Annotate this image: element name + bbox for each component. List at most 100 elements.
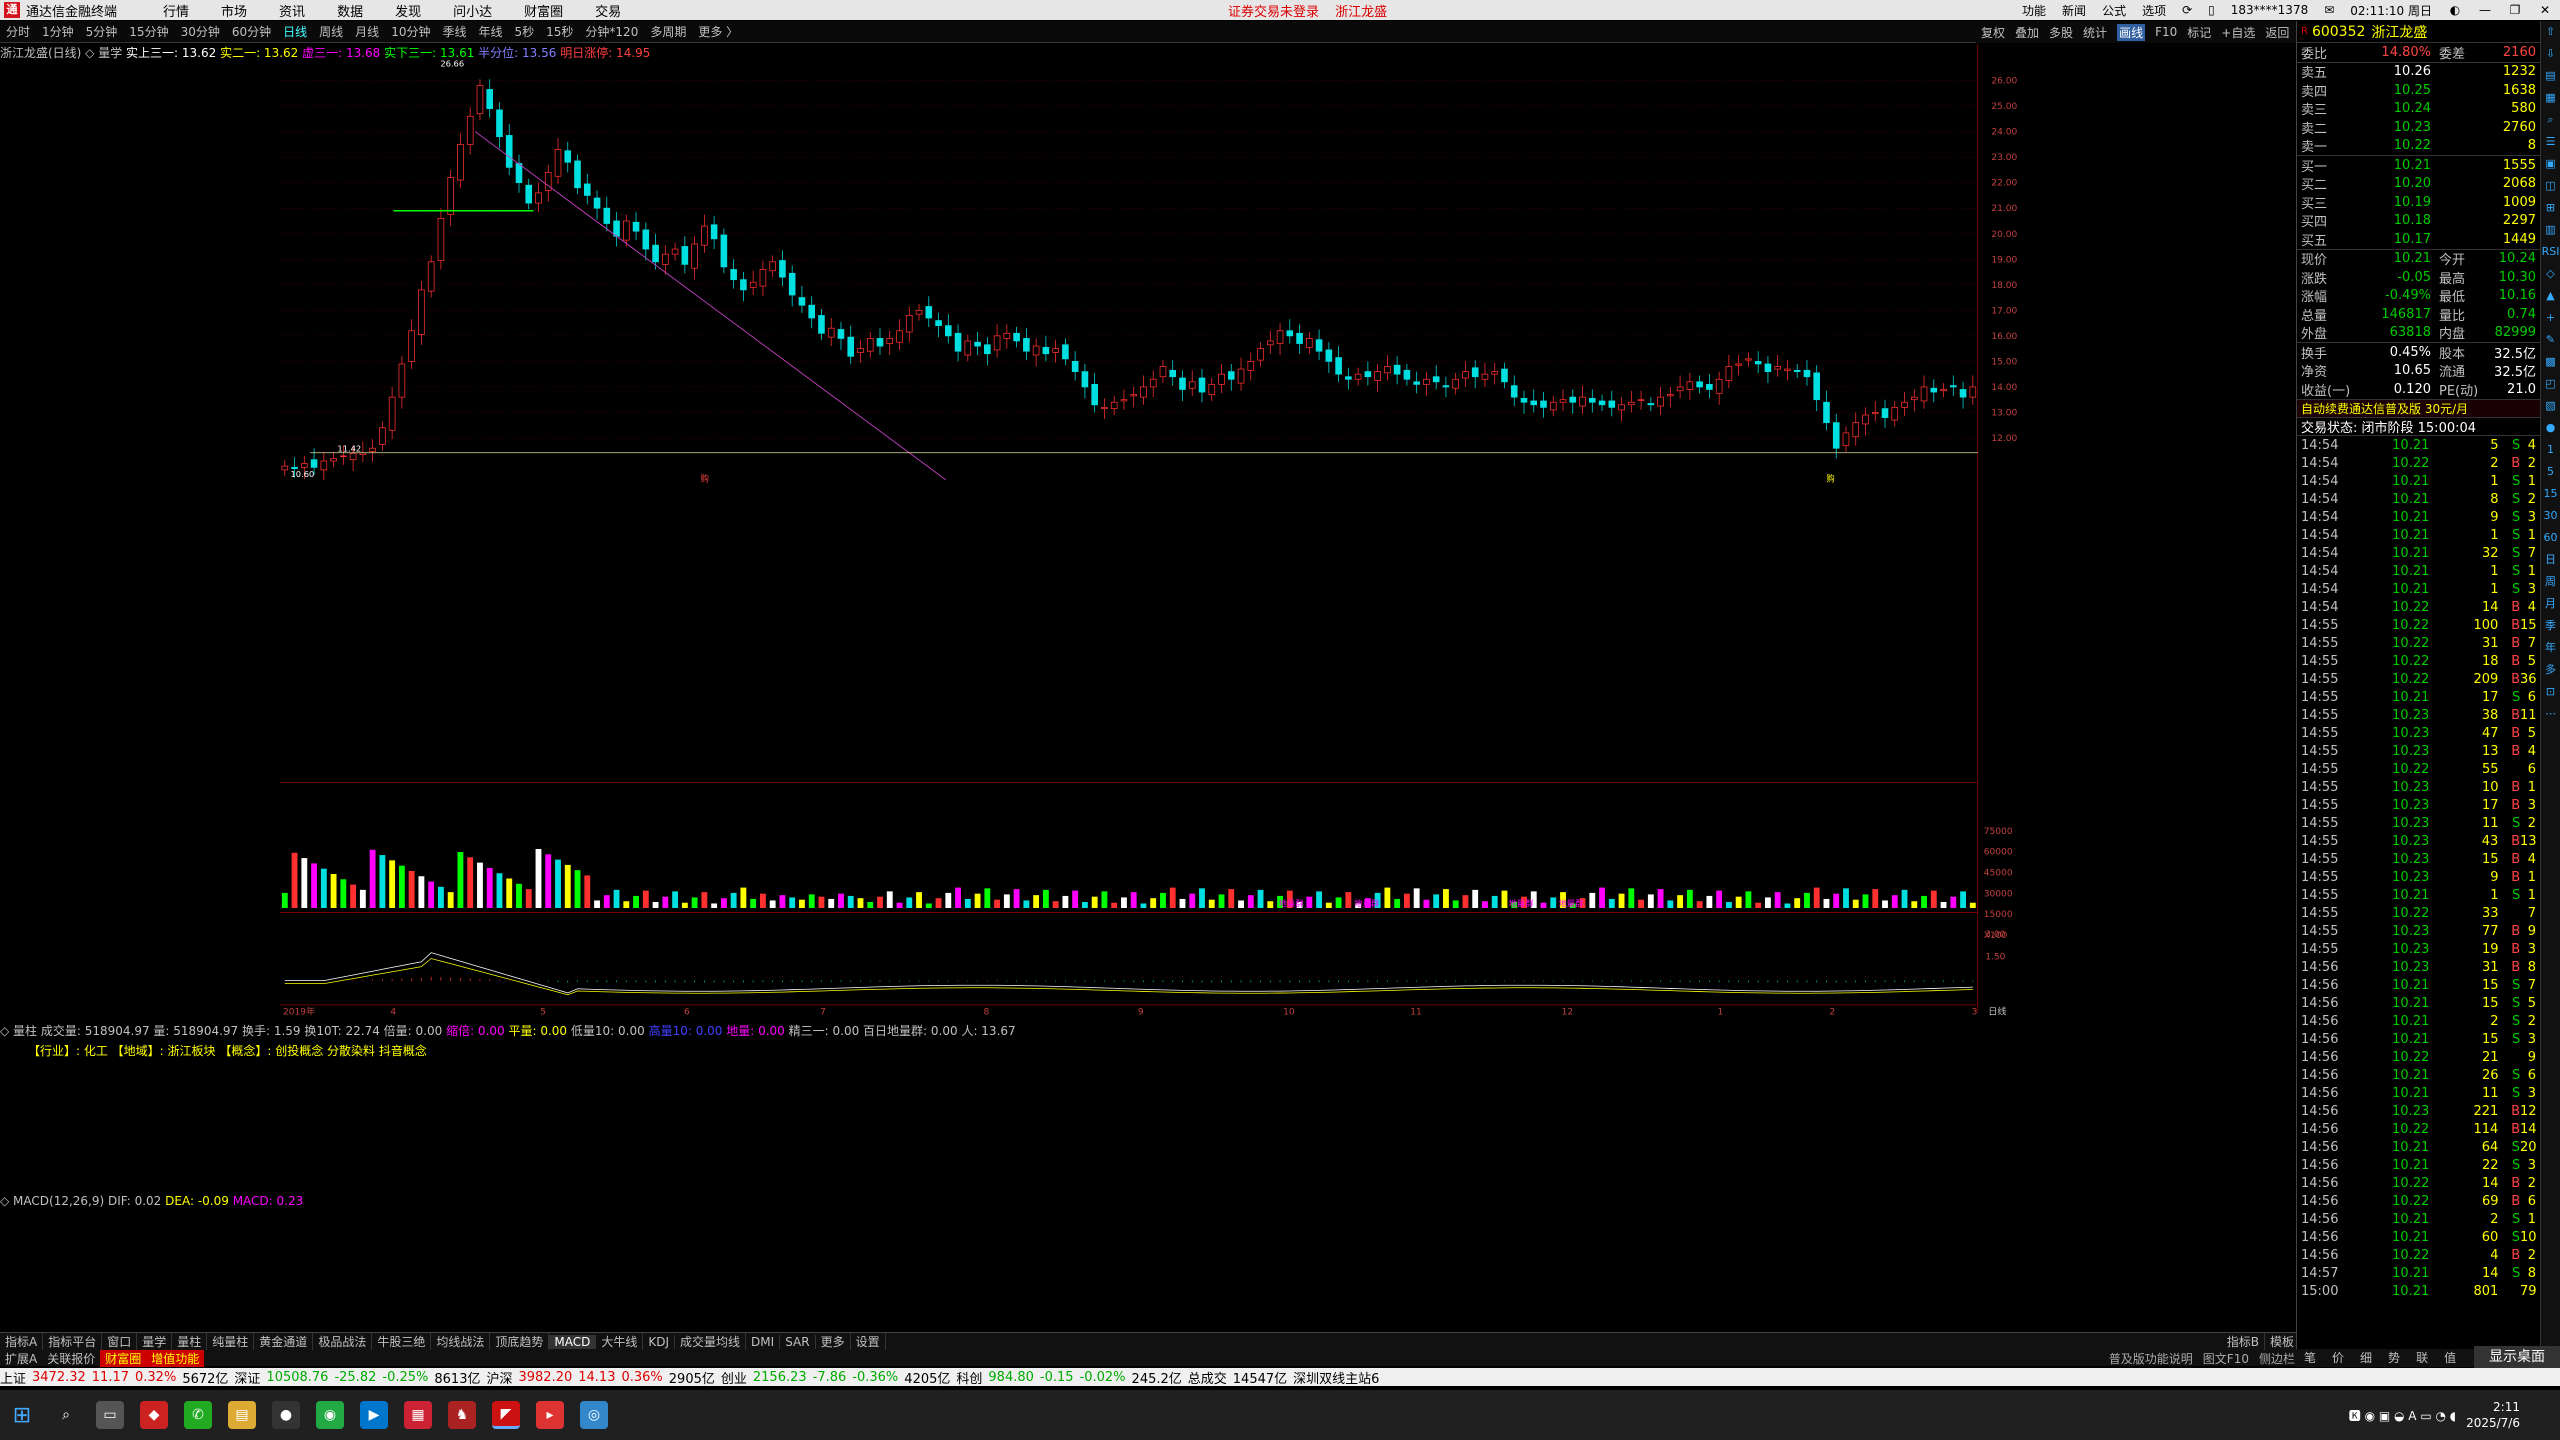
tick-list[interactable]: 14:54 10.21 5 S 4 14:54 10.22 2 B 2 14:54 10.21 1 S 1 1… [2297, 435, 2540, 1300]
browser-icon[interactable]: ◎ [580, 1401, 608, 1429]
side-tool-7[interactable]: ◫ [2541, 175, 2560, 197]
menu-item-2[interactable]: 资讯 [279, 1, 305, 20]
menu-options[interactable]: 选项 [2142, 2, 2166, 19]
period-10[interactable]: 季线 [442, 23, 466, 40]
quote-tab-4[interactable]: 联 [2416, 1349, 2428, 1367]
indicator-tab-right-1[interactable]: 模板 [2265, 1333, 2300, 1350]
period-15[interactable]: 多周期 [650, 23, 686, 40]
period-9[interactable]: 10分钟 [391, 23, 430, 40]
side-tool-11[interactable]: ◇ [2541, 263, 2560, 285]
indicator-tab-10[interactable]: 顶底趋势 [490, 1333, 550, 1350]
indicator-tab-15[interactable]: DMI [746, 1334, 781, 1349]
chart-tool-3[interactable]: 统计 [2083, 24, 2107, 41]
app-icon-6[interactable]: ♞ [448, 1401, 476, 1429]
side-tool-1[interactable]: ⇩ [2541, 43, 2560, 65]
restore-button[interactable]: ❐ [2504, 3, 2526, 17]
ext-tab-2[interactable]: 财富圈 [100, 1349, 147, 1367]
quote-tab-1[interactable]: 价 [2332, 1349, 2344, 1367]
ext-tab-right-1[interactable]: 图文F10 [2198, 1350, 2254, 1367]
indicator-tab-1[interactable]: 指标平台 [43, 1333, 103, 1350]
side-tool-17[interactable]: ▧ [2541, 395, 2560, 417]
indicator-tab-14[interactable]: 成交量均线 [675, 1333, 747, 1350]
menu-item-6[interactable]: 财富圈 [524, 1, 563, 20]
period-16[interactable]: 更多 〉 [698, 23, 738, 40]
period-4[interactable]: 30分钟 [181, 23, 220, 40]
period-8[interactable]: 月线 [355, 23, 379, 40]
side-tool-6[interactable]: ▣ [2541, 153, 2560, 175]
indicator-tab-8[interactable]: 牛股三绝 [372, 1333, 432, 1350]
menu-item-4[interactable]: 发现 [395, 1, 421, 20]
indicator-tab-5[interactable]: 纯量柱 [207, 1333, 255, 1350]
chart-tool-1[interactable]: 叠加 [2015, 24, 2039, 41]
windows-start-icon[interactable]: ⊞ [8, 1401, 36, 1429]
side-tool-20[interactable]: 5 [2541, 461, 2560, 483]
ext-tab-right-0[interactable]: 普及版功能说明 [2104, 1350, 2198, 1367]
refresh-icon[interactable]: ⟳ [2182, 3, 2192, 17]
side-tool-15[interactable]: ▩ [2541, 351, 2560, 373]
app-icon-1[interactable]: ◆ [140, 1401, 168, 1429]
side-tool-5[interactable]: ☰ [2541, 131, 2560, 153]
side-tool-27[interactable]: 季 [2541, 615, 2560, 637]
indicator-tab-18[interactable]: 设置 [851, 1333, 886, 1350]
period-13[interactable]: 15秒 [546, 23, 573, 40]
close-button[interactable]: ✕ [2534, 3, 2556, 17]
minimize-button[interactable]: — [2474, 3, 2496, 17]
quote-tab-3[interactable]: 势 [2388, 1349, 2400, 1367]
menu-news[interactable]: 新闻 [2062, 2, 2086, 19]
side-tool-9[interactable]: ▥ [2541, 219, 2560, 241]
chart-tool-5[interactable]: F10 [2155, 25, 2177, 39]
menu-func[interactable]: 功能 [2022, 2, 2046, 19]
side-tool-29[interactable]: 多 [2541, 659, 2560, 681]
mobile-icon[interactable]: ▯ [2208, 3, 2215, 17]
ext-tab-1[interactable]: 关联报价 [42, 1350, 100, 1367]
side-tool-18[interactable]: ● [2541, 417, 2560, 439]
ext-tab-3[interactable]: 增值功能 [146, 1349, 205, 1367]
indicator-tab-16[interactable]: SAR [780, 1334, 816, 1349]
folder-icon[interactable]: ▤ [228, 1401, 256, 1429]
clock[interactable]: 2:11 2025/7/6 [2466, 1399, 2520, 1431]
task-view-icon[interactable]: ▭ [96, 1401, 124, 1429]
side-tool-14[interactable]: ✎ [2541, 329, 2560, 351]
menu-item-3[interactable]: 数据 [337, 1, 363, 20]
side-tool-4[interactable]: ⌕ [2541, 109, 2560, 131]
app-icon-3[interactable]: ◉ [316, 1401, 344, 1429]
period-6[interactable]: 日线 [283, 23, 307, 40]
side-tool-24[interactable]: 日 [2541, 549, 2560, 571]
side-tool-16[interactable]: ◰ [2541, 373, 2560, 395]
side-tool-28[interactable]: 年 [2541, 637, 2560, 659]
indicator-tab-2[interactable]: 窗口 [102, 1333, 138, 1350]
search-icon[interactable]: ⌕ [52, 1401, 80, 1429]
chart-tool-8[interactable]: 返回 [2265, 24, 2289, 41]
side-tool-3[interactable]: ▦ [2541, 87, 2560, 109]
side-tool-21[interactable]: 15 [2541, 483, 2560, 505]
side-tool-2[interactable]: ▤ [2541, 65, 2560, 87]
period-12[interactable]: 5秒 [515, 23, 535, 40]
chart-canvas[interactable]: 26.0025.0024.0023.0022.0021.0020.0019.00… [0, 44, 2300, 1020]
indicator-tab-12[interactable]: 大牛线 [596, 1333, 644, 1350]
promo-banner[interactable]: 自动续费通达信普及版 30元/月 [2297, 398, 2540, 417]
app-icon-2[interactable]: ● [272, 1401, 300, 1429]
menu-item-5[interactable]: 问小达 [453, 1, 492, 20]
chart-tool-6[interactable]: 标记 [2187, 24, 2211, 41]
period-5[interactable]: 60分钟 [232, 23, 271, 40]
period-3[interactable]: 15分钟 [129, 23, 168, 40]
period-11[interactable]: 年线 [478, 23, 502, 40]
side-tool-8[interactable]: ⊞ [2541, 197, 2560, 219]
period-2[interactable]: 5分钟 [86, 23, 118, 40]
app-icon-4[interactable]: ▶ [360, 1401, 388, 1429]
chart-tool-0[interactable]: 复权 [1981, 24, 2005, 41]
indicator-tab-6[interactable]: 黄金通道 [254, 1333, 314, 1350]
app-icon-7[interactable]: ▸ [536, 1401, 564, 1429]
stock-notice[interactable]: 浙江龙盛 [1335, 5, 1387, 20]
menu-item-0[interactable]: 行情 [163, 1, 189, 20]
tdx-taskbar-icon[interactable]: ◤ [492, 1401, 520, 1429]
period-0[interactable]: 分时 [6, 23, 30, 40]
tray-icons[interactable]: 🅺 ◉ ▣ ◒ A ▭ ◔ ◖ [2349, 1407, 2456, 1424]
menu-formula[interactable]: 公式 [2102, 2, 2126, 19]
side-tool-30[interactable]: ⊡ [2541, 681, 2560, 703]
quote-tab-5[interactable]: 值 [2444, 1349, 2456, 1367]
quote-tab-2[interactable]: 细 [2360, 1349, 2372, 1367]
side-tool-19[interactable]: 1 [2541, 439, 2560, 461]
period-7[interactable]: 周线 [319, 23, 343, 40]
indicator-tab-4[interactable]: 量柱 [172, 1333, 208, 1350]
